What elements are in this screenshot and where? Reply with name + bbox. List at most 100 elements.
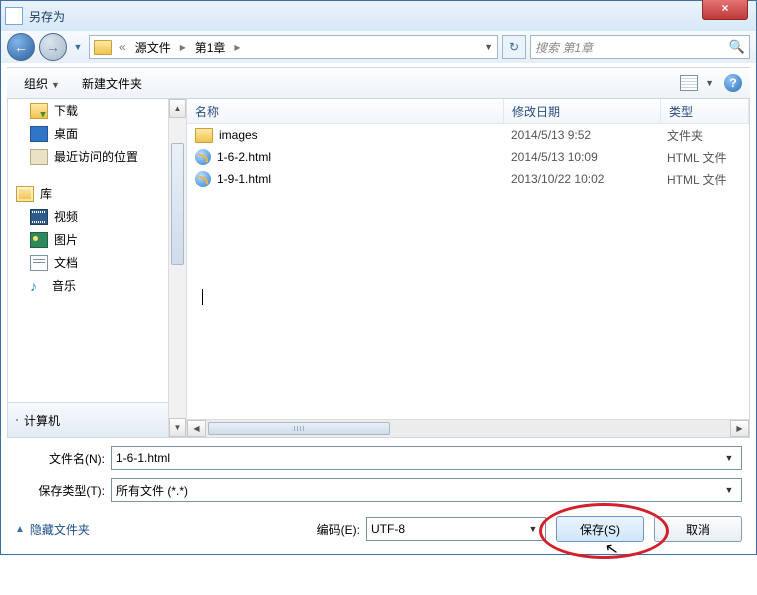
- file-row[interactable]: images 2014/5/13 9:52文件夹: [187, 124, 749, 146]
- filename-value: 1-6-1.html: [116, 451, 721, 465]
- chevron-down-icon: ▼: [51, 80, 60, 90]
- text-cursor: [202, 289, 203, 305]
- file-type: HTML 文件: [659, 171, 749, 188]
- ie-icon: [195, 149, 211, 165]
- encoding-group: 编码(E): UTF-8 ▼: [317, 517, 546, 541]
- folder-icon: [195, 128, 213, 143]
- cursor-icon: ↖: [603, 538, 620, 560]
- file-type: 文件夹: [659, 127, 749, 144]
- sidebar: 下载 桌面 最近访问的位置 库 视频 图片 文档 ♪音乐 计算机 ▲ ▼: [8, 99, 187, 437]
- collapse-icon: ▲: [15, 524, 25, 535]
- download-icon: [30, 103, 48, 119]
- chevron-down-icon[interactable]: ▼: [721, 453, 737, 463]
- address-bar[interactable]: « 源文件 ▸ 第1章 ▸ ▼: [89, 35, 498, 59]
- picture-icon: [30, 232, 48, 248]
- music-icon: ♪: [30, 279, 46, 293]
- close-button[interactable]: ×: [702, 0, 748, 20]
- sidebar-item-downloads[interactable]: 下载: [8, 99, 186, 122]
- scroll-up-button[interactable]: ▲: [169, 99, 186, 118]
- filename-row: 文件名(N): 1-6-1.html ▼: [15, 446, 742, 470]
- sidebar-item-desktop[interactable]: 桌面: [8, 122, 186, 145]
- breadcrumb-sep: «: [116, 40, 129, 54]
- page-icon: [5, 7, 23, 25]
- filetype-select[interactable]: 所有文件 (*.*) ▼: [111, 478, 742, 502]
- horizontal-scrollbar[interactable]: ◀ ▶: [187, 419, 749, 437]
- toolbar: 组织▼ 新建文件夹 ▼ ?: [7, 67, 750, 99]
- ie-icon: [195, 171, 211, 187]
- scroll-track[interactable]: [169, 118, 186, 418]
- document-icon: [30, 255, 48, 271]
- scroll-left-button[interactable]: ◀: [187, 420, 206, 437]
- scroll-right-button[interactable]: ▶: [730, 420, 749, 437]
- filename-label: 文件名(N):: [15, 450, 111, 467]
- file-row[interactable]: 1-9-1.html 2013/10/22 10:02HTML 文件: [187, 168, 749, 190]
- refresh-button[interactable]: ↻: [502, 35, 526, 59]
- col-name[interactable]: 名称: [187, 99, 504, 123]
- filetype-value: 所有文件 (*.*): [116, 482, 721, 499]
- chevron-right-icon[interactable]: ▸: [231, 40, 243, 54]
- scroll-thumb[interactable]: [208, 422, 390, 435]
- sidebar-item-libraries[interactable]: 库: [8, 182, 186, 205]
- desktop-icon: [30, 126, 48, 142]
- view-button[interactable]: ▼: [676, 73, 718, 93]
- sidebar-item-videos[interactable]: 视频: [8, 205, 186, 228]
- col-date[interactable]: 修改日期: [504, 99, 661, 123]
- file-date: 2014/5/13 10:09: [503, 150, 659, 164]
- computer-icon: [16, 419, 18, 421]
- encoding-label: 编码(E):: [317, 521, 360, 538]
- file-type: HTML 文件: [659, 149, 749, 166]
- sidebar-list: 下载 桌面 最近访问的位置 库 视频 图片 文档 ♪音乐: [8, 99, 186, 402]
- file-row[interactable]: 1-6-2.html 2014/5/13 10:09HTML 文件: [187, 146, 749, 168]
- chevron-down-icon[interactable]: ▼: [484, 42, 493, 52]
- search-icon: 🔍: [729, 39, 745, 55]
- grip-icon: [294, 426, 304, 431]
- search-input[interactable]: 搜索 第1章 🔍: [530, 35, 750, 59]
- sidebar-item-documents[interactable]: 文档: [8, 251, 186, 274]
- column-headers: 名称 修改日期 类型: [187, 99, 749, 124]
- filename-input[interactable]: 1-6-1.html ▼: [111, 446, 742, 470]
- file-pane: 名称 修改日期 类型 images 2014/5/13 9:52文件夹 1-6-2.…: [187, 99, 749, 437]
- hide-folders-link[interactable]: ▲ 隐藏文件夹: [15, 521, 90, 538]
- file-date: 2014/5/13 9:52: [503, 128, 659, 142]
- sidebar-scrollbar[interactable]: ▲ ▼: [168, 99, 186, 437]
- col-type[interactable]: 类型: [661, 99, 749, 123]
- scroll-track[interactable]: [206, 420, 730, 437]
- sidebar-item-pictures[interactable]: 图片: [8, 228, 186, 251]
- body: 下载 桌面 最近访问的位置 库 视频 图片 文档 ♪音乐 计算机 ▲ ▼ 名称 …: [7, 99, 750, 438]
- file-name: images: [219, 128, 258, 142]
- help-button[interactable]: ?: [724, 74, 742, 92]
- file-name: 1-6-2.html: [217, 150, 271, 164]
- history-dropdown[interactable]: ▼: [71, 34, 85, 60]
- back-button[interactable]: ←: [7, 33, 35, 61]
- sidebar-item-music[interactable]: ♪音乐: [8, 274, 186, 297]
- video-icon: [30, 209, 48, 225]
- organize-button[interactable]: 组织▼: [15, 71, 69, 96]
- window-title: 另存为: [29, 8, 65, 25]
- file-date: 2013/10/22 10:02: [503, 172, 659, 186]
- encoding-value: UTF-8: [371, 522, 525, 536]
- nav-row: ← → ▼ « 源文件 ▸ 第1章 ▸ ▼ ↻ 搜索 第1章 🔍: [1, 31, 756, 63]
- forward-button[interactable]: →: [39, 33, 67, 61]
- file-name: 1-9-1.html: [217, 172, 271, 186]
- save-button[interactable]: 保存(S) ↖: [556, 516, 644, 542]
- new-folder-button[interactable]: 新建文件夹: [73, 71, 151, 96]
- chevron-down-icon[interactable]: ▼: [721, 485, 737, 495]
- search-placeholder: 搜索 第1章: [535, 39, 593, 56]
- breadcrumb-level1[interactable]: 源文件: [133, 37, 173, 58]
- titlebar: 另存为 ×: [1, 1, 756, 31]
- encoding-select[interactable]: UTF-8 ▼: [366, 517, 546, 541]
- footer: ▲ 隐藏文件夹 编码(E): UTF-8 ▼ 保存(S) ↖ 取消: [15, 516, 742, 542]
- folder-icon: [94, 40, 112, 55]
- scroll-down-button[interactable]: ▼: [169, 418, 186, 437]
- sidebar-item-recent[interactable]: 最近访问的位置: [8, 145, 186, 168]
- bottom-panel: 文件名(N): 1-6-1.html ▼ 保存类型(T): 所有文件 (*.*)…: [1, 438, 756, 554]
- cancel-button[interactable]: 取消: [654, 516, 742, 542]
- recent-icon: [30, 149, 48, 165]
- chevron-down-icon[interactable]: ▼: [525, 524, 541, 534]
- chevron-right-icon[interactable]: ▸: [177, 40, 189, 54]
- save-as-dialog: 另存为 × ← → ▼ « 源文件 ▸ 第1章 ▸ ▼ ↻ 搜索 第1章 🔍 组…: [0, 0, 757, 555]
- breadcrumb-level2[interactable]: 第1章: [193, 37, 228, 58]
- sidebar-item-computer[interactable]: 计算机: [8, 402, 186, 437]
- library-icon: [16, 186, 34, 202]
- scroll-thumb[interactable]: [171, 143, 184, 265]
